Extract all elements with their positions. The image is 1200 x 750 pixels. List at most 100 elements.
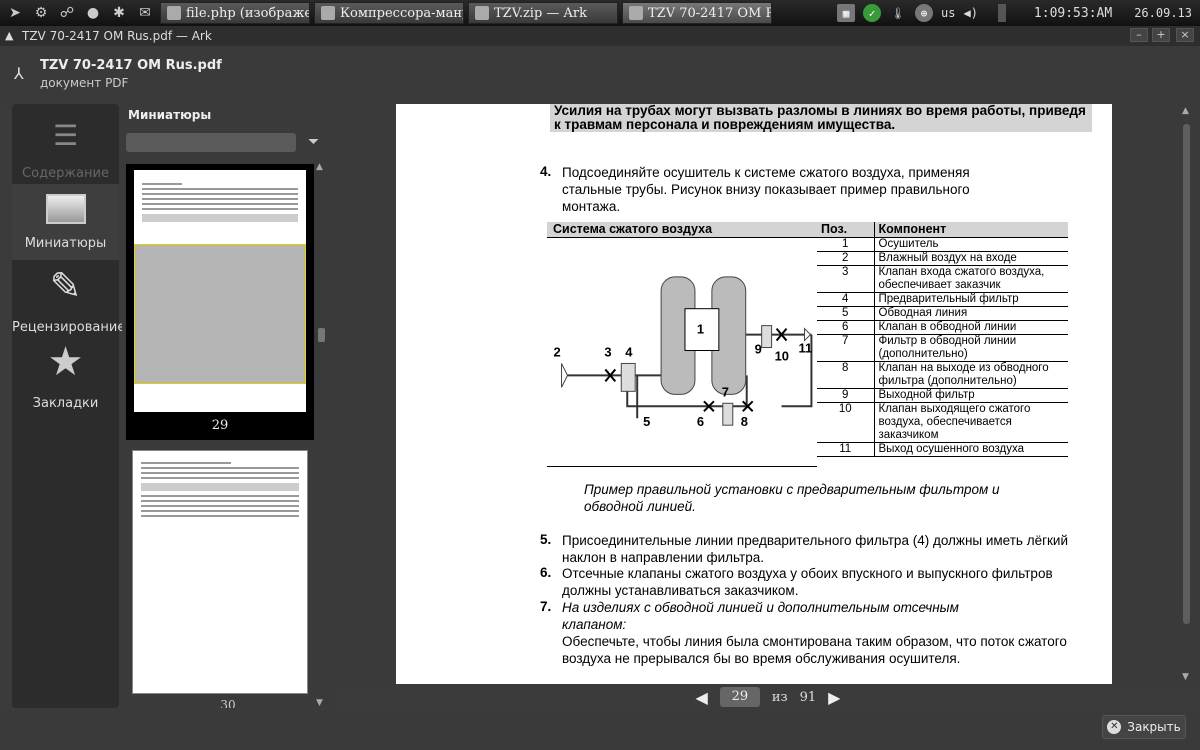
table-cell-component: Осушитель [874,237,1068,252]
sidebar-item-bookmarks[interactable]: ★ Закладки [12,340,119,412]
thermometer-icon[interactable]: 🌡 [889,4,907,22]
maximize-button[interactable]: + [1152,28,1170,42]
prev-page-arrow-icon[interactable]: ◀ [696,688,708,707]
table-cell-pos: 4 [817,292,875,307]
table-cell-component: Предварительный фильтр [874,292,1068,307]
table-row: 8 Клапан на выходе из обводного фильтра (… [817,361,1068,389]
file-header: ⅄ TZV 70-2417 OM Rus.pdf документ PDF [0,46,1200,104]
divider [997,4,1006,22]
table-cell-component: Клапан входа сжатого воздуха, обеспечива… [874,265,1068,293]
table-cell-component: Выходной фильтр [874,388,1068,403]
volume-icon[interactable]: ◀) [963,6,977,20]
table-cell-pos: 7 [817,334,875,362]
next-page-arrow-icon[interactable]: ▶ [828,688,840,707]
figure-caption: Пример правильной установки с предварите… [584,482,1000,514]
diagram-label-8: 8 [741,414,748,429]
table-row: 3 Клапан входа сжатого воздуха, обеспечив… [817,265,1068,293]
table-cell-pos: 1 [817,237,875,252]
scroll-down-arrow[interactable]: ▼ [1182,672,1189,682]
task-button-file-php[interactable]: file.php (изображени [160,2,310,24]
table-cell-component: Клапан в обводной линии [874,320,1068,335]
clipboard-icon[interactable]: ▦ [837,4,856,22]
network-status-icon[interactable]: ⊕ [915,4,934,22]
item-number: 4. [540,164,552,179]
task-button-ark-pdf[interactable]: TZV 70-2417 OM R [622,2,772,24]
archive-icon [629,6,643,20]
firefox-icon[interactable]: ● [82,2,104,24]
sidebar-item-contents[interactable]: ☰ Содержание [12,112,119,184]
star-icon: ★ [47,339,84,385]
scroll-thumb[interactable] [1183,124,1190,624]
filter-icon[interactable]: ⏷ [308,134,319,150]
thumbnail-page-29-frame[interactable]: 29 [126,164,314,440]
scroll-down-arrow[interactable]: ▼ [316,698,323,708]
close-button[interactable]: ✕ Закрыть [1102,715,1186,739]
pdf-page: Усилия на трубах могут вызвать разломы в… [396,104,1112,684]
table-row: 1 Осушитель [817,237,1068,252]
sidebar-item-review[interactable]: ✎ Рецензирование [12,264,125,336]
item-4-text: Подсоединяйте осушитель к системе сжатог… [562,165,970,214]
page-number-input[interactable]: 29 [719,687,760,707]
diagram-label-4: 4 [625,344,633,359]
page-navigation: ◀ 29 из 91 ▶ [336,684,1200,710]
table-cell-pos: 2 [817,251,875,266]
thumbnail-page-29[interactable] [134,170,306,412]
window-title: TZV 70-2417 OM Rus.pdf — Ark [22,29,212,43]
scroll-up-arrow[interactable]: ▲ [316,162,328,172]
warning-box: Усилия на трубах могут вызвать разломы в… [550,104,1092,132]
diagram-label-11: 11 [798,341,812,356]
gear-icon[interactable]: ⚙ [30,2,52,24]
thumbnail-number-29: 29 [211,418,229,433]
system-header: Система сжатого воздуха [547,222,817,238]
scroll-thumb[interactable] [318,328,325,342]
window-titlebar: ▲ TZV 70-2417 OM Rus.pdf — Ark – + × [0,26,1200,46]
table-cell-component: Влажный воздух на входе [874,251,1068,266]
table-header-component: Компонент [874,222,1068,238]
installation-diagram: 1 2 3 4 5 6 7 8 9 10 11 [547,276,817,467]
table-row: 5 Обводная линия [817,306,1068,321]
item-7-italic: На изделиях с обводной линией и дополнит… [562,600,959,632]
network-icon[interactable]: ☍ [56,2,78,24]
taskbar: ➤ ⚙ ☍ ● ✱ ✉ file.php (изображени Компрес… [0,0,1200,26]
component-table: Поз. Компонент 1 Осушитель 2 Влажный воздух… [817,222,1068,457]
thumbnails-scrollbar[interactable]: ▲ ▼ [316,162,328,708]
scroll-up-arrow[interactable]: ▲ [1182,106,1189,116]
keyboard-layout[interactable]: us [941,6,955,20]
table-cell-pos: 8 [817,361,875,389]
thumbnails-title: Миниатюры [128,108,212,122]
table-row: 9 Выходной фильтр [817,388,1068,403]
diagram-label-6: 6 [697,414,704,429]
file-type: документ PDF [40,76,129,90]
diagram-label-2: 2 [554,344,561,359]
document-scrollbar[interactable]: ▲ ▼ [1172,104,1200,684]
item-number: 5. [540,532,552,547]
thumbnails-icon [45,194,86,224]
table-cell-component: Клапан на выходе из обводного фильтра (д… [874,361,1068,389]
document-view[interactable]: Усилия на трубах могут вызвать разломы в… [336,104,1200,684]
sidebar-item-thumbnails[interactable]: Миниатюры [12,184,119,260]
task-button-ark-zip[interactable]: TZV.zip — Ark [468,2,618,24]
clock-time: 1:09:53:AM [1033,5,1113,21]
thumbnail-search-input[interactable] [126,133,296,152]
table-row: 4 Предварительный фильтр [817,292,1068,307]
close-window-button[interactable]: × [1176,28,1194,42]
check-icon[interactable]: ✓ [863,4,882,22]
diagram-label-9: 9 [755,341,762,356]
minimize-button[interactable]: – [1130,28,1148,42]
settings-icon[interactable]: ✱ [108,2,130,24]
table-cell-component: Фильтр в обводной линии (дополнительно) [874,334,1068,362]
table-row: 11 Выход осушенного воздуха [817,442,1068,457]
mail-icon[interactable]: ✉ [134,2,156,24]
item-6-text: Отсечные клапаны сжатого воздуха у обоих… [562,566,1053,598]
thumbnail-page-30[interactable] [132,450,308,694]
task-button-manual[interactable]: Компрессора-мануа [314,2,464,24]
run-icon[interactable]: ➤ [4,2,26,24]
table-row: 2 Влажный воздух на входе [817,251,1068,266]
table-header-pos: Поз. [817,222,875,238]
diagram-label-7: 7 [722,384,729,399]
diagram-label-1: 1 [697,322,704,337]
item-7-text: Обеспечьте, чтобы линия была смонтирован… [562,634,1067,666]
bottom-bar: ✕ Закрыть [0,710,1200,750]
window-menu-icon[interactable]: ▲ [5,29,13,42]
table-row: 6 Клапан в обводной линии [817,320,1068,335]
